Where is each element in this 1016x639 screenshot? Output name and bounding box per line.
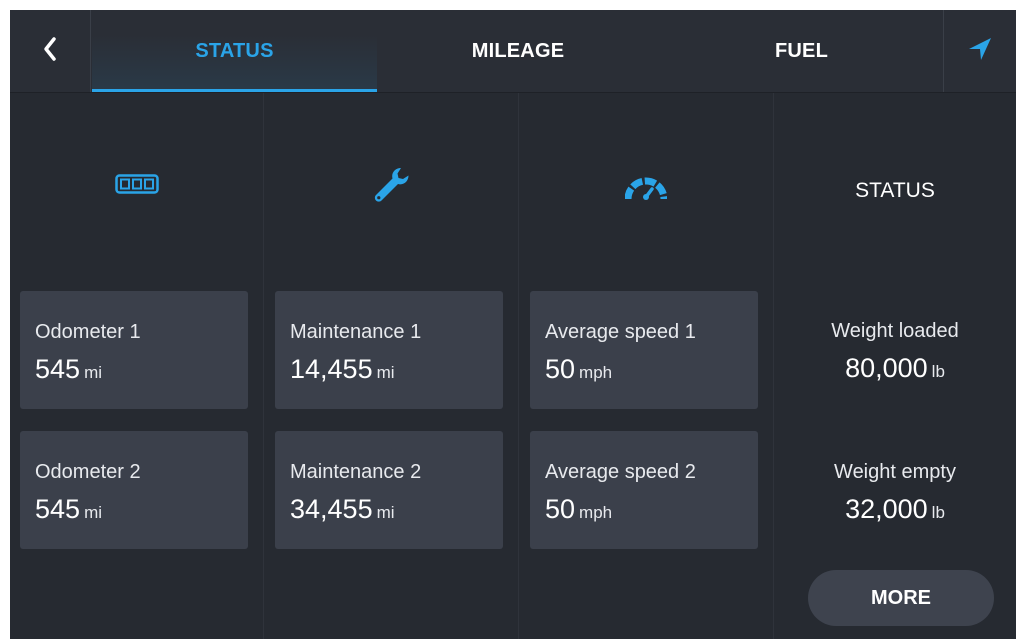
weight-empty-stat: Weight empty 32,000 lb <box>774 461 1016 525</box>
card-label: Maintenance 2 <box>290 461 422 483</box>
card-label: Odometer 2 <box>35 461 141 483</box>
tab-mileage-label: MILEAGE <box>471 39 565 62</box>
maintenance-column: Maintenance 1 14,455 mi Maintenance 2 34,… <box>264 93 518 639</box>
status-column: STATUS Weight loaded 80,000 lb Weight emp… <box>774 93 1016 639</box>
app-screen: STATUS MILEAGE FUEL Odometer 1 545 mi Od… <box>10 10 1016 639</box>
tab-fuel-label: FUEL <box>774 39 829 62</box>
card-value-unit: mi <box>84 363 103 382</box>
odometer-column: Odometer 1 545 mi Odometer 2 545 mi <box>10 93 263 639</box>
odometer-icon <box>10 173 263 195</box>
card-value: 50 mph <box>545 354 612 385</box>
card-value-number: 545 <box>35 494 81 524</box>
stat-value: 80,000 lb <box>774 353 1016 384</box>
navigation-arrow-icon <box>968 37 992 66</box>
maintenance-1-card[interactable]: Maintenance 1 14,455 mi <box>275 291 503 409</box>
card-value: 545 mi <box>35 494 102 525</box>
card-value-unit: mph <box>579 503 613 522</box>
card-label: Odometer 1 <box>35 321 141 343</box>
card-value-number: 545 <box>35 354 81 384</box>
speedometer-icon <box>519 175 773 201</box>
chevron-left-icon <box>42 36 58 67</box>
top-bar: STATUS MILEAGE FUEL <box>10 10 1016 93</box>
stat-label: Weight loaded <box>831 320 959 342</box>
card-value-unit: mi <box>376 363 395 382</box>
back-button[interactable] <box>10 10 91 92</box>
card-label: Average speed 2 <box>545 461 696 483</box>
odometer-1-card[interactable]: Odometer 1 545 mi <box>20 291 248 409</box>
stat-label: Weight empty <box>834 461 956 483</box>
more-button-label: MORE <box>871 586 931 609</box>
odometer-2-card[interactable]: Odometer 2 545 mi <box>20 431 248 549</box>
card-value-number: 14,455 <box>290 354 373 384</box>
wrench-icon <box>264 165 518 205</box>
tab-status-label: STATUS <box>195 39 274 62</box>
card-value: 14,455 mi <box>290 354 395 385</box>
tab-status[interactable]: STATUS <box>92 10 377 92</box>
card-value: 34,455 mi <box>290 494 395 525</box>
stat-value-unit: lb <box>931 362 945 381</box>
stat-value: 32,000 lb <box>774 494 1016 525</box>
stat-value-unit: lb <box>931 503 945 522</box>
navigation-button[interactable] <box>943 10 1016 92</box>
card-value-number: 50 <box>545 494 576 524</box>
card-label: Average speed 1 <box>545 321 696 343</box>
card-value: 50 mph <box>545 494 612 525</box>
card-value: 545 mi <box>35 354 102 385</box>
average-speed-2-card[interactable]: Average speed 2 50 mph <box>530 431 758 549</box>
stat-value-number: 32,000 <box>845 494 928 524</box>
card-value-number: 50 <box>545 354 576 384</box>
tab-mileage[interactable]: MILEAGE <box>377 10 659 92</box>
card-value-unit: mph <box>579 363 613 382</box>
card-value-unit: mi <box>84 503 103 522</box>
more-button[interactable]: MORE <box>808 570 994 626</box>
tab-fuel[interactable]: FUEL <box>659 10 944 92</box>
status-heading: STATUS <box>855 179 935 202</box>
card-value-number: 34,455 <box>290 494 373 524</box>
weight-loaded-stat: Weight loaded 80,000 lb <box>774 320 1016 384</box>
stat-value-number: 80,000 <box>845 353 928 383</box>
card-value-unit: mi <box>376 503 395 522</box>
average-speed-1-card[interactable]: Average speed 1 50 mph <box>530 291 758 409</box>
maintenance-2-card[interactable]: Maintenance 2 34,455 mi <box>275 431 503 549</box>
card-label: Maintenance 1 <box>290 321 422 343</box>
speed-column: Average speed 1 50 mph Average speed 2 50… <box>519 93 773 639</box>
